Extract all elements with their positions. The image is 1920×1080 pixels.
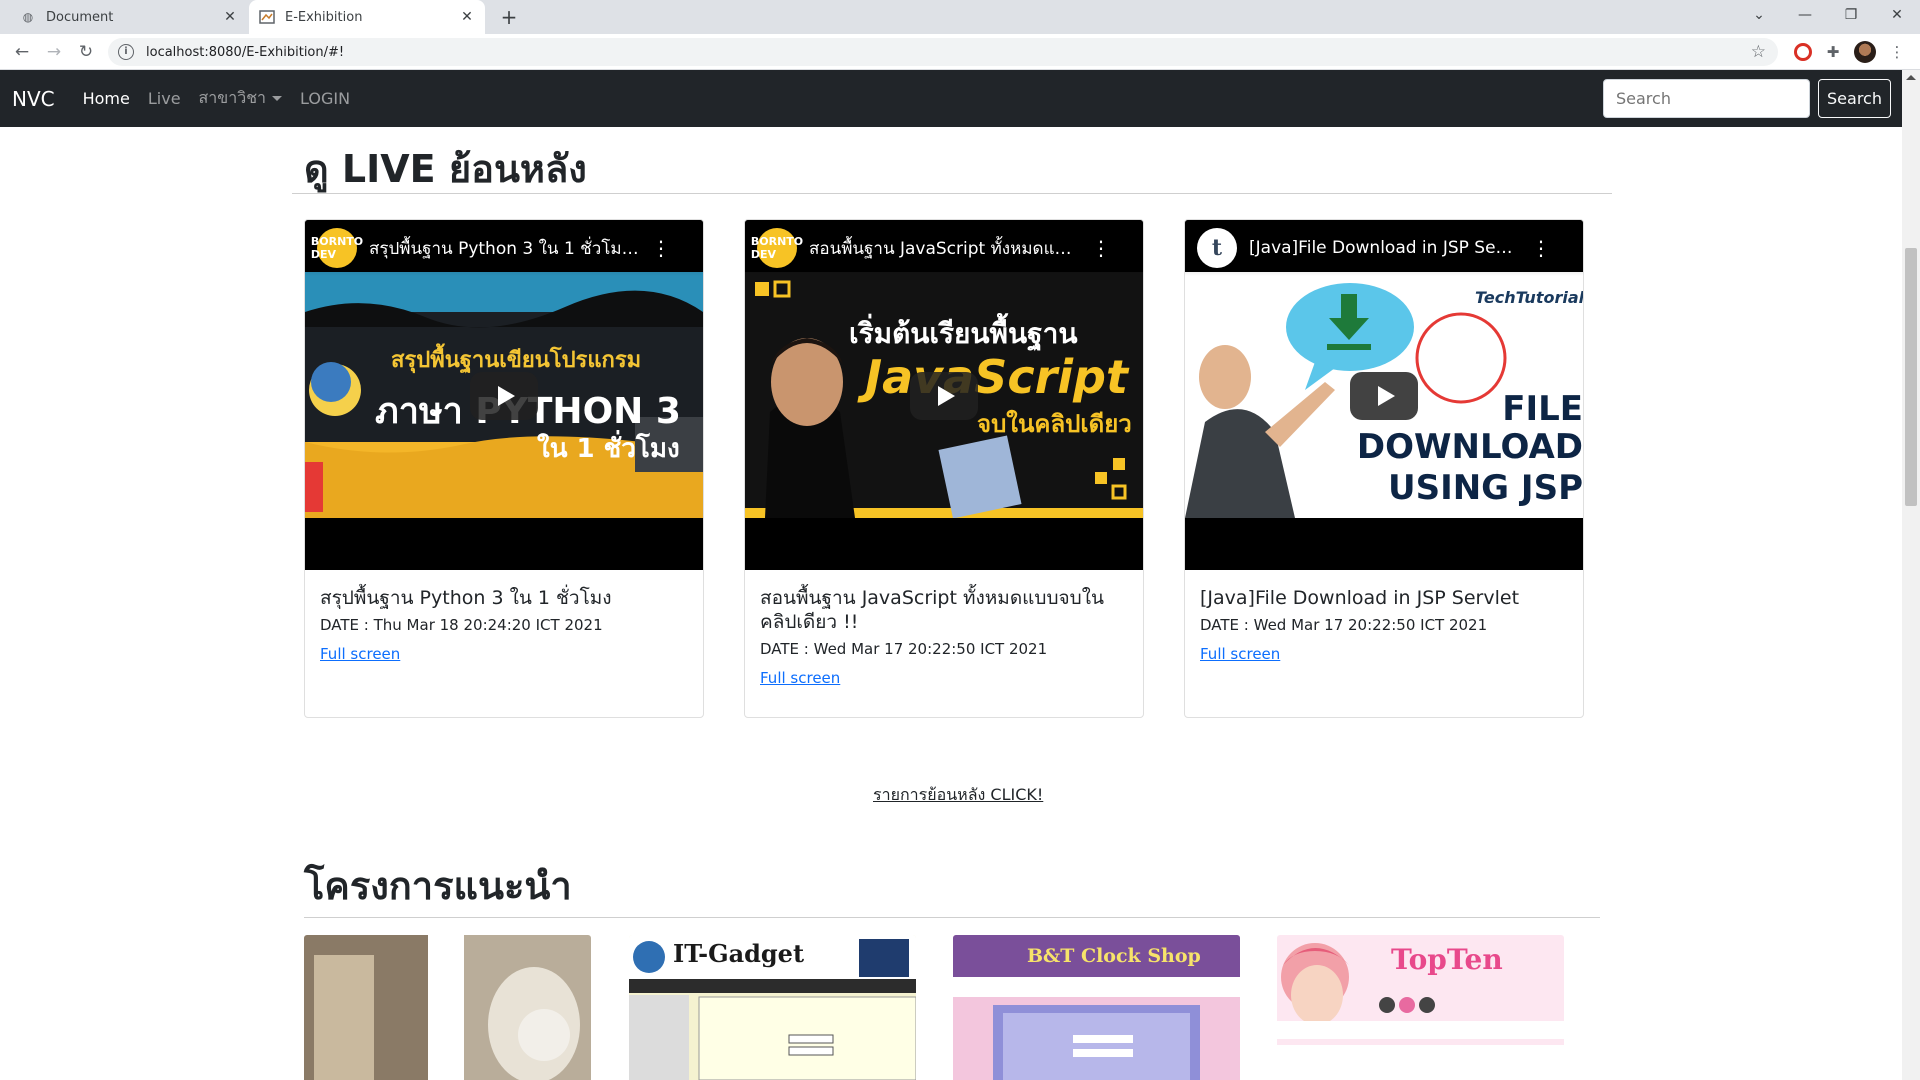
video-title[interactable]: สรุปพื้นฐาน Python 3 ใน 1 ชั่วโมง - ... — [369, 235, 639, 262]
nav-home[interactable]: Home — [83, 89, 130, 108]
card-title: สรุปพื้นฐาน Python 3 ใน 1 ชั่วโมง — [320, 587, 612, 609]
caret-down-icon — [272, 96, 283, 101]
play-icon — [937, 386, 955, 406]
video-menu-icon[interactable]: ⋮ — [651, 238, 671, 258]
card-body: [Java]File Download in JSP Servlet DATE … — [1200, 586, 1570, 663]
projects-section-title: โครงการแนะนำ — [304, 864, 572, 908]
search-button[interactable]: Search — [1818, 79, 1891, 118]
url-input[interactable]: i localhost:8080/E-Exhibition/#! ☆ — [108, 38, 1778, 66]
project-card[interactable] — [304, 935, 591, 1080]
video-header: BORNTO DEV สรุปพื้นฐาน Python 3 ใน 1 ชั่… — [305, 220, 703, 276]
video-header: BORNTO DEV สอนพื้นฐาน JavaScript ทั้งหมด… — [745, 220, 1143, 276]
card-date: DATE : Wed Mar 17 20:22:50 ICT 2021 — [760, 640, 1048, 658]
tab-document[interactable]: ◍ Document ✕ — [8, 0, 248, 34]
scroll-up-arrow-icon[interactable] — [1906, 75, 1916, 80]
live-card: เริ่มต้นเรียนพื้นฐาน JavaScript จบในคลิป… — [744, 219, 1144, 718]
address-bar-row: ← → ↻ i localhost:8080/E-Exhibition/#! ☆… — [0, 34, 1920, 70]
project-label: IT-Gadget — [673, 939, 805, 968]
extension-red-icon[interactable] — [1792, 41, 1814, 63]
back-arrow-icon[interactable]: ← — [10, 40, 34, 64]
channel-logo[interactable]: t — [1197, 228, 1237, 268]
close-icon[interactable]: ✕ — [455, 5, 479, 29]
new-tab-button[interactable]: + — [496, 4, 522, 30]
forward-arrow-icon[interactable]: → — [42, 40, 66, 64]
menu-kebab-icon[interactable]: ⋮ — [1886, 41, 1908, 63]
minimize-icon[interactable]: — — [1782, 0, 1828, 30]
project-label: B&T Clock Shop — [1027, 945, 1201, 967]
live-card: สรุปพื้นฐานเขียนโปรแกรม ภาษา PYTHON 3 ใน… — [304, 219, 704, 718]
card-title: [Java]File Download in JSP Servlet — [1200, 587, 1520, 609]
video-title[interactable]: [Java]File Download in JSP Servlet — [1249, 238, 1519, 258]
bookmark-star-icon[interactable]: ☆ — [1751, 42, 1766, 62]
profile-avatar[interactable] — [1854, 41, 1876, 63]
full-screen-link[interactable]: Full screen — [1200, 645, 1280, 663]
url-text: localhost:8080/E-Exhibition/#! — [146, 44, 345, 60]
nav-live[interactable]: Live — [148, 89, 181, 108]
card-title: สอนพื้นฐาน JavaScript ทั้งหมดแบบจบในคลิป… — [760, 587, 1104, 633]
thumbnail-brand-text: TechTutorial — [1475, 288, 1583, 307]
globe-icon: ◍ — [22, 10, 34, 24]
thumbnail-text-line2: JavaScript — [865, 350, 1128, 404]
puzzle-extensions-icon[interactable]: ✚ — [1822, 41, 1844, 63]
video-menu-icon[interactable]: ⋮ — [1091, 238, 1111, 258]
video-title[interactable]: สอนพื้นฐาน JavaScript ทั้งหมดแบ... — [809, 235, 1079, 262]
browser-tab-bar: ◍ Document ✕ E-Exhibition ✕ + ⌄ — ❐ ✕ — [0, 0, 1920, 34]
tab-title: E-Exhibition — [285, 9, 363, 25]
live-section-title: ดู LIVE ย้อนหลัง — [304, 147, 587, 191]
tab-title: Document — [46, 9, 114, 25]
play-button[interactable] — [910, 372, 978, 420]
project-card[interactable]: TopTen — [1277, 935, 1564, 1080]
nav-departments-dropdown[interactable]: สาขาวิชา — [199, 86, 283, 111]
thumbnail-text-line3: USING JSP — [1387, 468, 1583, 508]
video-header: t [Java]File Download in JSP Servlet — [1185, 220, 1583, 276]
nav-login[interactable]: LOGIN — [300, 89, 350, 108]
section-divider — [292, 193, 1612, 194]
live-card: TechTutorial FILE DOWNLOAD USING JSP t [… — [1184, 219, 1584, 718]
close-icon[interactable]: ✕ — [218, 5, 242, 29]
channel-logo[interactable]: BORNTO DEV — [311, 228, 363, 268]
info-icon[interactable]: i — [118, 44, 134, 60]
card-date: DATE : Wed Mar 17 20:22:50 ICT 2021 — [1200, 616, 1488, 634]
nav-departments-label: สาขาวิชา — [198, 88, 267, 107]
play-button[interactable] — [470, 372, 538, 420]
reload-icon[interactable]: ↻ — [74, 40, 98, 64]
video-player[interactable]: สรุปพื้นฐานเขียนโปรแกรม ภาษา PYTHON 3 ใน… — [305, 220, 703, 570]
project-label: TopTen — [1391, 943, 1503, 976]
video-menu-icon[interactable]: ⋮ — [1531, 238, 1551, 258]
play-icon — [1377, 386, 1395, 406]
card-body: สอนพื้นฐาน JavaScript ทั้งหมดแบบจบในคลิป… — [760, 586, 1130, 687]
play-icon — [497, 386, 515, 406]
thumbnail-text-line3: จบในคลิปเดียว — [977, 410, 1132, 438]
site-navbar: NVC Home Live สาขาวิชา LOGIN Search — [0, 70, 1902, 127]
close-window-icon[interactable]: ✕ — [1874, 0, 1920, 30]
restore-icon[interactable]: ❐ — [1828, 0, 1874, 30]
video-player[interactable]: เริ่มต้นเรียนพื้นฐาน JavaScript จบในคลิป… — [745, 220, 1143, 570]
project-card[interactable]: IT-Gadget — [629, 935, 916, 1080]
scroll-thumb[interactable] — [1905, 248, 1917, 506]
project-card[interactable]: B&T Clock Shop — [953, 935, 1240, 1080]
tab-search-chevron-icon[interactable]: ⌄ — [1736, 0, 1782, 30]
search-input[interactable] — [1603, 79, 1810, 118]
brand-logo[interactable]: NVC — [12, 87, 55, 111]
video-player[interactable]: TechTutorial FILE DOWNLOAD USING JSP t [… — [1185, 220, 1583, 570]
site-favicon-icon — [259, 9, 275, 25]
page-scrollbar[interactable] — [1902, 70, 1920, 1080]
play-button[interactable] — [1350, 372, 1418, 420]
card-body: สรุปพื้นฐาน Python 3 ใน 1 ชั่วโมง DATE :… — [320, 586, 690, 663]
section-divider — [304, 917, 1600, 918]
tab-e-exhibition[interactable]: E-Exhibition ✕ — [249, 0, 485, 34]
full-screen-link[interactable]: Full screen — [760, 669, 840, 687]
thumbnail-text-line3: ใน 1 ชั่วโมง — [537, 434, 680, 464]
full-screen-link[interactable]: Full screen — [320, 645, 400, 663]
card-date: DATE : Thu Mar 18 20:24:20 ICT 2021 — [320, 616, 603, 634]
more-live-link[interactable]: รายการย้อนหลัง CLICK! — [873, 783, 1043, 808]
channel-logo[interactable]: BORNTO DEV — [751, 228, 803, 268]
